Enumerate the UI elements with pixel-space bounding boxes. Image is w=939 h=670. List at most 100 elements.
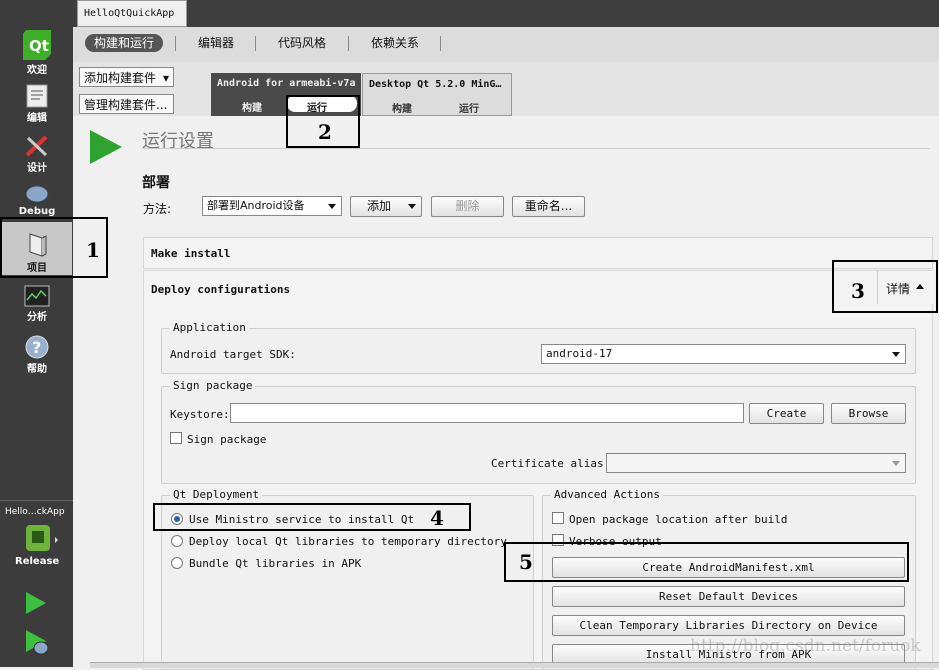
debug-run-button[interactable] xyxy=(24,628,50,659)
play-icon xyxy=(90,130,122,164)
callout-box-5 xyxy=(504,542,909,582)
watermark: http://blog.csdn.net/foruok xyxy=(690,636,921,656)
callout-number-4: 4 xyxy=(430,506,444,530)
group-title: Sign package xyxy=(170,379,256,392)
sign-package-label: Sign package xyxy=(187,433,267,446)
run-icon xyxy=(26,592,46,614)
divider xyxy=(255,36,256,51)
horizontal-scrollbar[interactable] xyxy=(90,662,939,668)
target-config: Release xyxy=(15,556,60,567)
delete-deploy-button[interactable]: 删除 xyxy=(431,196,504,217)
clean-temp-libs-button[interactable]: Clean Temporary Libraries Directory on D… xyxy=(552,615,905,636)
divider xyxy=(175,36,176,51)
debug-run-icon xyxy=(26,630,49,655)
target-selector[interactable] xyxy=(22,521,58,558)
qt-logo-icon: Qt xyxy=(23,30,51,60)
group-title: Application xyxy=(170,321,249,334)
svg-text:?: ? xyxy=(32,338,41,357)
page-title: 运行设置 xyxy=(142,131,214,152)
mode-label: 欢迎 xyxy=(27,65,47,76)
mode-edit[interactable]: 编辑 xyxy=(4,84,70,124)
make-install-section[interactable] xyxy=(143,237,933,269)
edit-document-icon xyxy=(26,84,48,108)
mode-welcome[interactable]: Qt 欢迎 xyxy=(4,30,70,76)
mode-design[interactable]: 设计 xyxy=(4,134,70,174)
mode-label: 设计 xyxy=(27,163,47,174)
android-device-icon xyxy=(26,525,58,551)
mode-label: 帮助 xyxy=(27,364,47,375)
kit-name: Android for armeabi-v7a xyxy=(217,78,356,89)
add-deploy-label: 添加 xyxy=(367,199,392,213)
tab-dependencies[interactable]: 依赖关系 xyxy=(362,34,428,52)
run-button[interactable] xyxy=(24,590,48,619)
group-title: Advanced Actions xyxy=(551,488,663,501)
design-icon xyxy=(25,135,48,157)
divider xyxy=(142,148,930,149)
chevron-down-icon xyxy=(892,352,900,357)
callout-number-2: 2 xyxy=(318,120,332,144)
kit-name: Desktop Qt 5.2.0 MinG… xyxy=(369,79,502,90)
add-kit-label: 添加构建套件 xyxy=(84,71,157,85)
add-kit-button[interactable]: 添加构建套件 ▾ xyxy=(79,67,174,87)
svg-text:Qt: Qt xyxy=(29,37,49,55)
mode-help[interactable]: ? 帮助 xyxy=(4,335,70,375)
target-sdk-value: android-17 xyxy=(546,347,613,360)
bundle-radio[interactable] xyxy=(171,557,183,569)
deploy-method-select[interactable]: 部署到Android设备 xyxy=(202,196,342,216)
open-package-label: Open package location after build xyxy=(569,513,788,526)
divider xyxy=(348,36,349,51)
rename-deploy-button[interactable]: 重命名... xyxy=(512,196,585,217)
divider xyxy=(440,36,441,51)
deploy-local-radio[interactable] xyxy=(171,535,183,547)
callout-number-1: 1 xyxy=(86,238,100,262)
mode-label: 编辑 xyxy=(27,113,47,124)
reset-devices-button[interactable]: Reset Default Devices xyxy=(552,586,905,607)
kit-build-tab[interactable]: 构建 xyxy=(392,100,412,115)
open-package-checkbox[interactable] xyxy=(552,512,564,524)
chevron-down-icon xyxy=(408,204,416,209)
deploy-configs-title: Deploy configurations xyxy=(151,283,291,296)
deploy-method-value: 部署到Android设备 xyxy=(207,199,305,212)
certificate-alias-select[interactable] xyxy=(606,453,906,473)
target-project-name: Hello…ckApp xyxy=(5,507,65,517)
dropdown-arrow-icon: ▾ xyxy=(162,71,169,85)
keystore-input[interactable] xyxy=(230,403,744,423)
callout-box-4 xyxy=(153,503,471,531)
sdk-label: Android target SDK: xyxy=(170,348,296,361)
callout-number-5: 5 xyxy=(519,550,533,574)
mode-label: Debug xyxy=(18,206,56,217)
browse-keystore-button[interactable]: Browse xyxy=(831,403,906,424)
help-icon: ? xyxy=(25,335,49,359)
analyze-icon xyxy=(24,285,50,307)
bundle-label: Bundle Qt libraries in APK xyxy=(189,557,362,570)
kit-desktop[interactable]: Desktop Qt 5.2.0 MinG… 构建 运行 xyxy=(362,73,512,116)
tab-build-and-run[interactable]: 构建和运行 xyxy=(85,34,164,52)
deploy-local-label: Deploy local Qt libraries to temporary d… xyxy=(189,535,507,548)
mode-label: 分析 xyxy=(27,312,47,323)
create-keystore-button[interactable]: Create xyxy=(749,403,824,424)
chevron-down-icon xyxy=(892,461,900,466)
debug-icon xyxy=(25,185,49,203)
document-tab[interactable]: HelloQtQuickApp xyxy=(77,0,187,27)
certificate-alias-label: Certificate alias: xyxy=(491,457,611,470)
callout-box-3 xyxy=(832,260,938,313)
run-settings-icon xyxy=(88,128,124,169)
method-label: 方法: xyxy=(143,202,172,216)
add-deploy-button[interactable]: 添加 xyxy=(350,196,422,217)
keystore-label: Keystore: xyxy=(170,408,230,421)
manage-kits-button[interactable]: 管理构建套件... xyxy=(79,94,174,114)
callout-number-3: 3 xyxy=(851,279,865,303)
target-sdk-select[interactable]: android-17 xyxy=(541,344,906,364)
kit-build-tab[interactable]: 构建 xyxy=(242,99,262,114)
tab-code-style[interactable]: 代码风格 xyxy=(269,34,335,52)
group-title: Qt Deployment xyxy=(170,488,263,501)
tab-editor[interactable]: 编辑器 xyxy=(189,34,243,52)
mode-analyze[interactable]: 分析 xyxy=(4,285,70,323)
make-install-title: Make install xyxy=(151,247,231,260)
deploy-heading: 部署 xyxy=(142,175,170,191)
chevron-down-icon xyxy=(328,204,336,209)
divider xyxy=(0,500,73,501)
sign-package-checkbox[interactable] xyxy=(170,432,182,444)
kit-run-tab[interactable]: 运行 xyxy=(459,100,479,115)
mode-debug[interactable]: Debug xyxy=(4,183,70,217)
